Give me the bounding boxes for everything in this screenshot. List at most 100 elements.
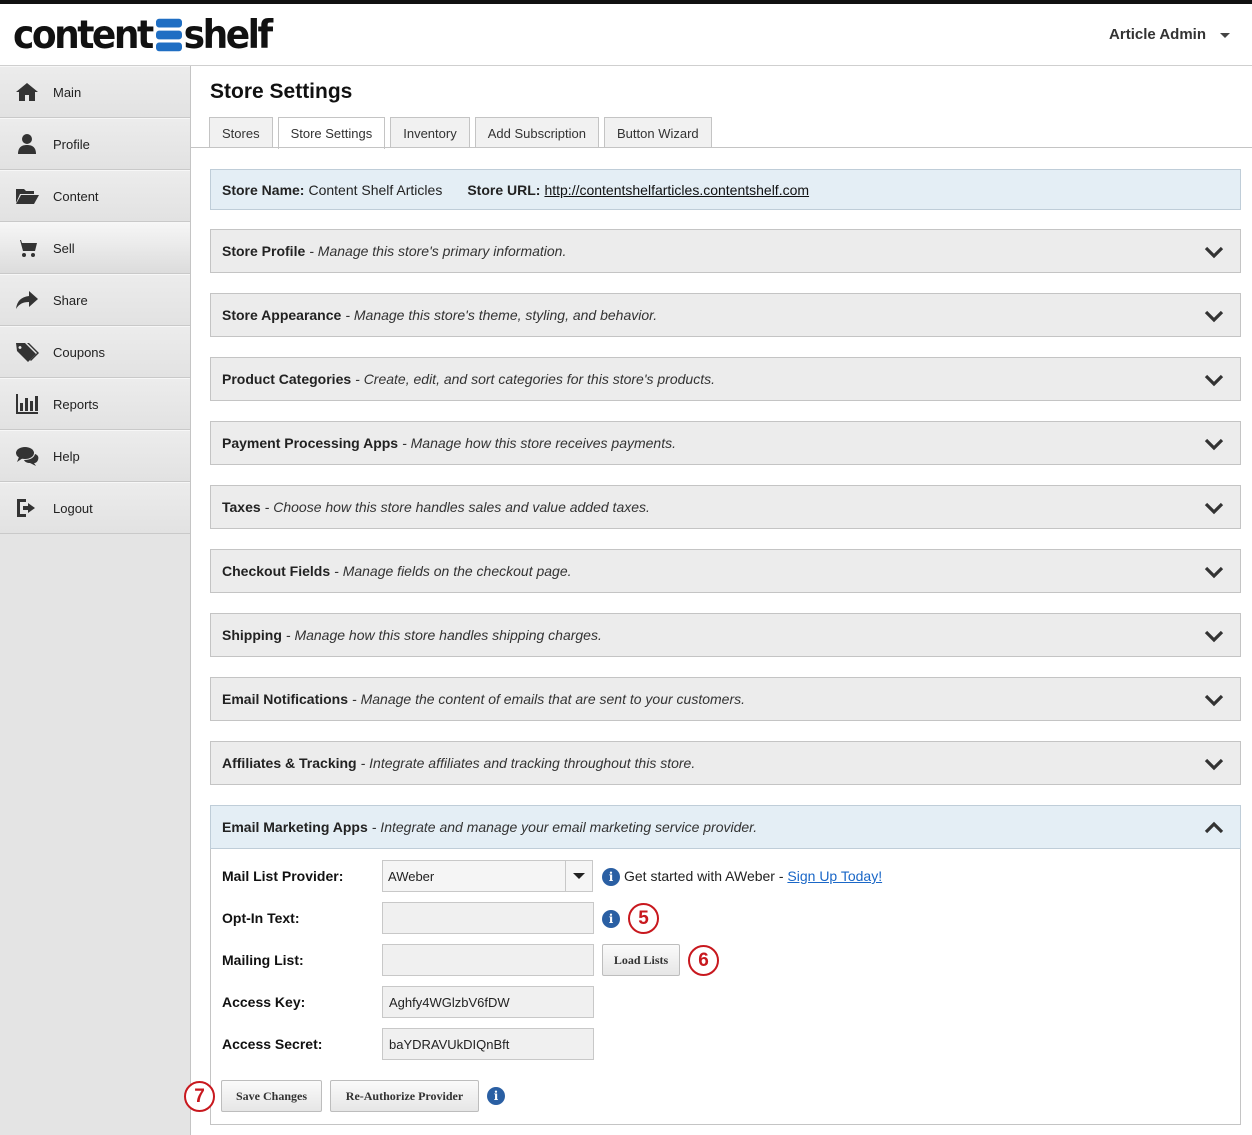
chevron-up-icon[interactable] xyxy=(1204,819,1224,837)
user-menu[interactable]: Article Admin xyxy=(1109,26,1230,43)
section-description: - Choose how this store handles sales an… xyxy=(264,499,650,515)
chevron-down-icon[interactable] xyxy=(1204,371,1224,389)
access-key-label: Access Key: xyxy=(222,994,306,1010)
section-checkout-fields[interactable]: Checkout Fields - Manage fields on the c… xyxy=(210,549,1241,593)
provider-select-value: AWeber xyxy=(388,868,435,884)
tab-add-subscription[interactable]: Add Subscription xyxy=(474,117,599,148)
store-name-value: Content Shelf Articles xyxy=(308,181,443,198)
provider-label: Mail List Provider: xyxy=(222,868,344,884)
logo-text-right: shelf xyxy=(183,12,273,58)
provider-signup-note: Get started with AWeber - Sign Up Today! xyxy=(624,868,882,884)
section-shipping[interactable]: Shipping - Manage how this store handles… xyxy=(210,613,1241,657)
logo-mark xyxy=(155,18,182,52)
chevron-down-icon[interactable] xyxy=(1204,755,1224,773)
store-info-bar: Store Name: Content Shelf Articles Store… xyxy=(210,169,1241,210)
tab-inventory[interactable]: Inventory xyxy=(390,117,470,148)
section-title: Email Marketing Apps xyxy=(222,819,368,835)
sidebar-item-label: Help xyxy=(53,448,80,464)
section-description: - Integrate affiliates and tracking thro… xyxy=(360,755,696,771)
section-title: Affiliates & Tracking xyxy=(222,755,357,771)
access-secret-label: Access Secret: xyxy=(222,1036,323,1052)
section-description: - Manage fields on the checkout page. xyxy=(334,563,572,579)
tab-store-settings[interactable]: Store Settings xyxy=(277,117,386,149)
sidebar-item-logout[interactable]: Logout xyxy=(0,482,190,534)
access-key-input[interactable] xyxy=(382,986,594,1018)
load-lists-button[interactable]: Load Lists xyxy=(602,944,680,976)
sidebar-item-label: Reports xyxy=(53,396,99,412)
section-payment-processing-apps[interactable]: Payment Processing Apps - Manage how thi… xyxy=(210,421,1241,465)
sidebar-item-profile[interactable]: Profile xyxy=(0,118,190,170)
section-description: - Create, edit, and sort categories for … xyxy=(355,371,715,387)
info-icon[interactable]: i xyxy=(487,1087,505,1105)
sidebar-item-content[interactable]: Content xyxy=(0,170,190,222)
chevron-down-icon[interactable] xyxy=(1204,563,1224,581)
logout-icon xyxy=(14,497,40,519)
sidebar-item-label: Content xyxy=(53,188,99,204)
sidebar-item-label: Main xyxy=(53,84,82,100)
section-title: Shipping xyxy=(222,627,282,643)
sidebar-item-label: Logout xyxy=(53,500,93,516)
main-content: Store Settings Stores Store Settings Inv… xyxy=(184,66,1252,1135)
folder-open-icon xyxy=(14,185,40,207)
sidebar-item-label: Coupons xyxy=(53,344,106,360)
chevron-down-icon[interactable] xyxy=(1204,691,1224,709)
sidebar-item-coupons[interactable]: Coupons xyxy=(0,326,190,378)
mailing-list-label: Mailing List: xyxy=(222,952,304,968)
optin-text-input[interactable] xyxy=(382,902,594,934)
sidebar-item-reports[interactable]: Reports xyxy=(0,378,190,430)
store-url-link[interactable]: http://contentshelfarticles.contentshelf… xyxy=(544,182,809,198)
section-affiliates-tracking[interactable]: Affiliates & Tracking - Integrate affili… xyxy=(210,741,1241,785)
chevron-down-icon[interactable] xyxy=(1204,435,1224,453)
section-email-notifications[interactable]: Email Notifications - Manage the content… xyxy=(210,677,1241,721)
mailing-list-input[interactable] xyxy=(382,944,594,976)
section-email-marketing-apps[interactable]: Email Marketing Apps - Integrate and man… xyxy=(210,805,1241,849)
sidebar-item-share[interactable]: Share xyxy=(0,274,190,326)
home-icon xyxy=(14,81,40,103)
app-header: content shelf Article Admin xyxy=(0,4,1252,66)
user-menu-label: Article Admin xyxy=(1109,26,1206,43)
sidebar-item-help[interactable]: Help xyxy=(0,430,190,482)
section-title: Taxes xyxy=(222,499,261,515)
caret-down-icon xyxy=(1220,33,1230,38)
dropdown-arrow-icon[interactable] xyxy=(565,861,592,891)
tab-stores[interactable]: Stores xyxy=(209,117,273,148)
section-title: Checkout Fields xyxy=(222,563,331,579)
section-description: - Manage how this store handles shipping… xyxy=(285,627,602,643)
chevron-down-icon[interactable] xyxy=(1204,307,1224,325)
sidebar-item-label: Sell xyxy=(53,240,75,256)
chat-bubbles-icon xyxy=(14,445,40,467)
sidebar-item-sell[interactable]: Sell xyxy=(0,222,190,274)
cart-icon xyxy=(14,237,40,259)
sidebar-item-main[interactable]: Main xyxy=(0,66,190,118)
section-title: Product Categories xyxy=(222,371,352,387)
optin-label: Opt-In Text: xyxy=(222,910,300,926)
logo[interactable]: content shelf xyxy=(13,12,273,58)
sidebar-item-label: Share xyxy=(53,292,88,308)
section-store-appearance[interactable]: Store Appearance - Manage this store's t… xyxy=(210,293,1241,337)
section-taxes[interactable]: Taxes - Choose how this store handles sa… xyxy=(210,485,1241,529)
tab-button-wizard[interactable]: Button Wizard xyxy=(604,117,712,148)
section-title: Store Appearance xyxy=(222,307,342,323)
tab-bar: Stores Store Settings Inventory Add Subs… xyxy=(209,117,712,149)
info-icon[interactable]: i xyxy=(602,910,620,928)
reauthorize-provider-button[interactable]: Re-Authorize Provider xyxy=(330,1080,479,1112)
section-description: - Manage the content of emails that are … xyxy=(352,691,746,707)
save-changes-button[interactable]: Save Changes xyxy=(221,1080,322,1112)
provider-select[interactable]: AWeber xyxy=(382,860,593,892)
info-icon[interactable]: i xyxy=(602,868,620,886)
callout-marker: 6 xyxy=(688,945,719,976)
section-description: - Manage how this store receives payment… xyxy=(402,435,676,451)
store-name-label: Store Name: xyxy=(222,181,305,198)
chevron-down-icon[interactable] xyxy=(1204,499,1224,517)
tags-icon xyxy=(14,341,40,363)
provider-note-text: Get started with AWeber - xyxy=(624,868,784,884)
chevron-down-icon[interactable] xyxy=(1204,243,1224,261)
bar-chart-icon xyxy=(14,393,40,415)
signup-link[interactable]: Sign Up Today! xyxy=(787,868,882,884)
chevron-down-icon[interactable] xyxy=(1204,627,1224,645)
page-title: Store Settings xyxy=(210,80,353,103)
access-secret-input[interactable] xyxy=(382,1028,594,1060)
section-store-profile[interactable]: Store Profile - Manage this store's prim… xyxy=(210,229,1241,273)
section-description: - Manage this store's theme, styling, an… xyxy=(345,307,658,323)
section-product-categories[interactable]: Product Categories - Create, edit, and s… xyxy=(210,357,1241,401)
